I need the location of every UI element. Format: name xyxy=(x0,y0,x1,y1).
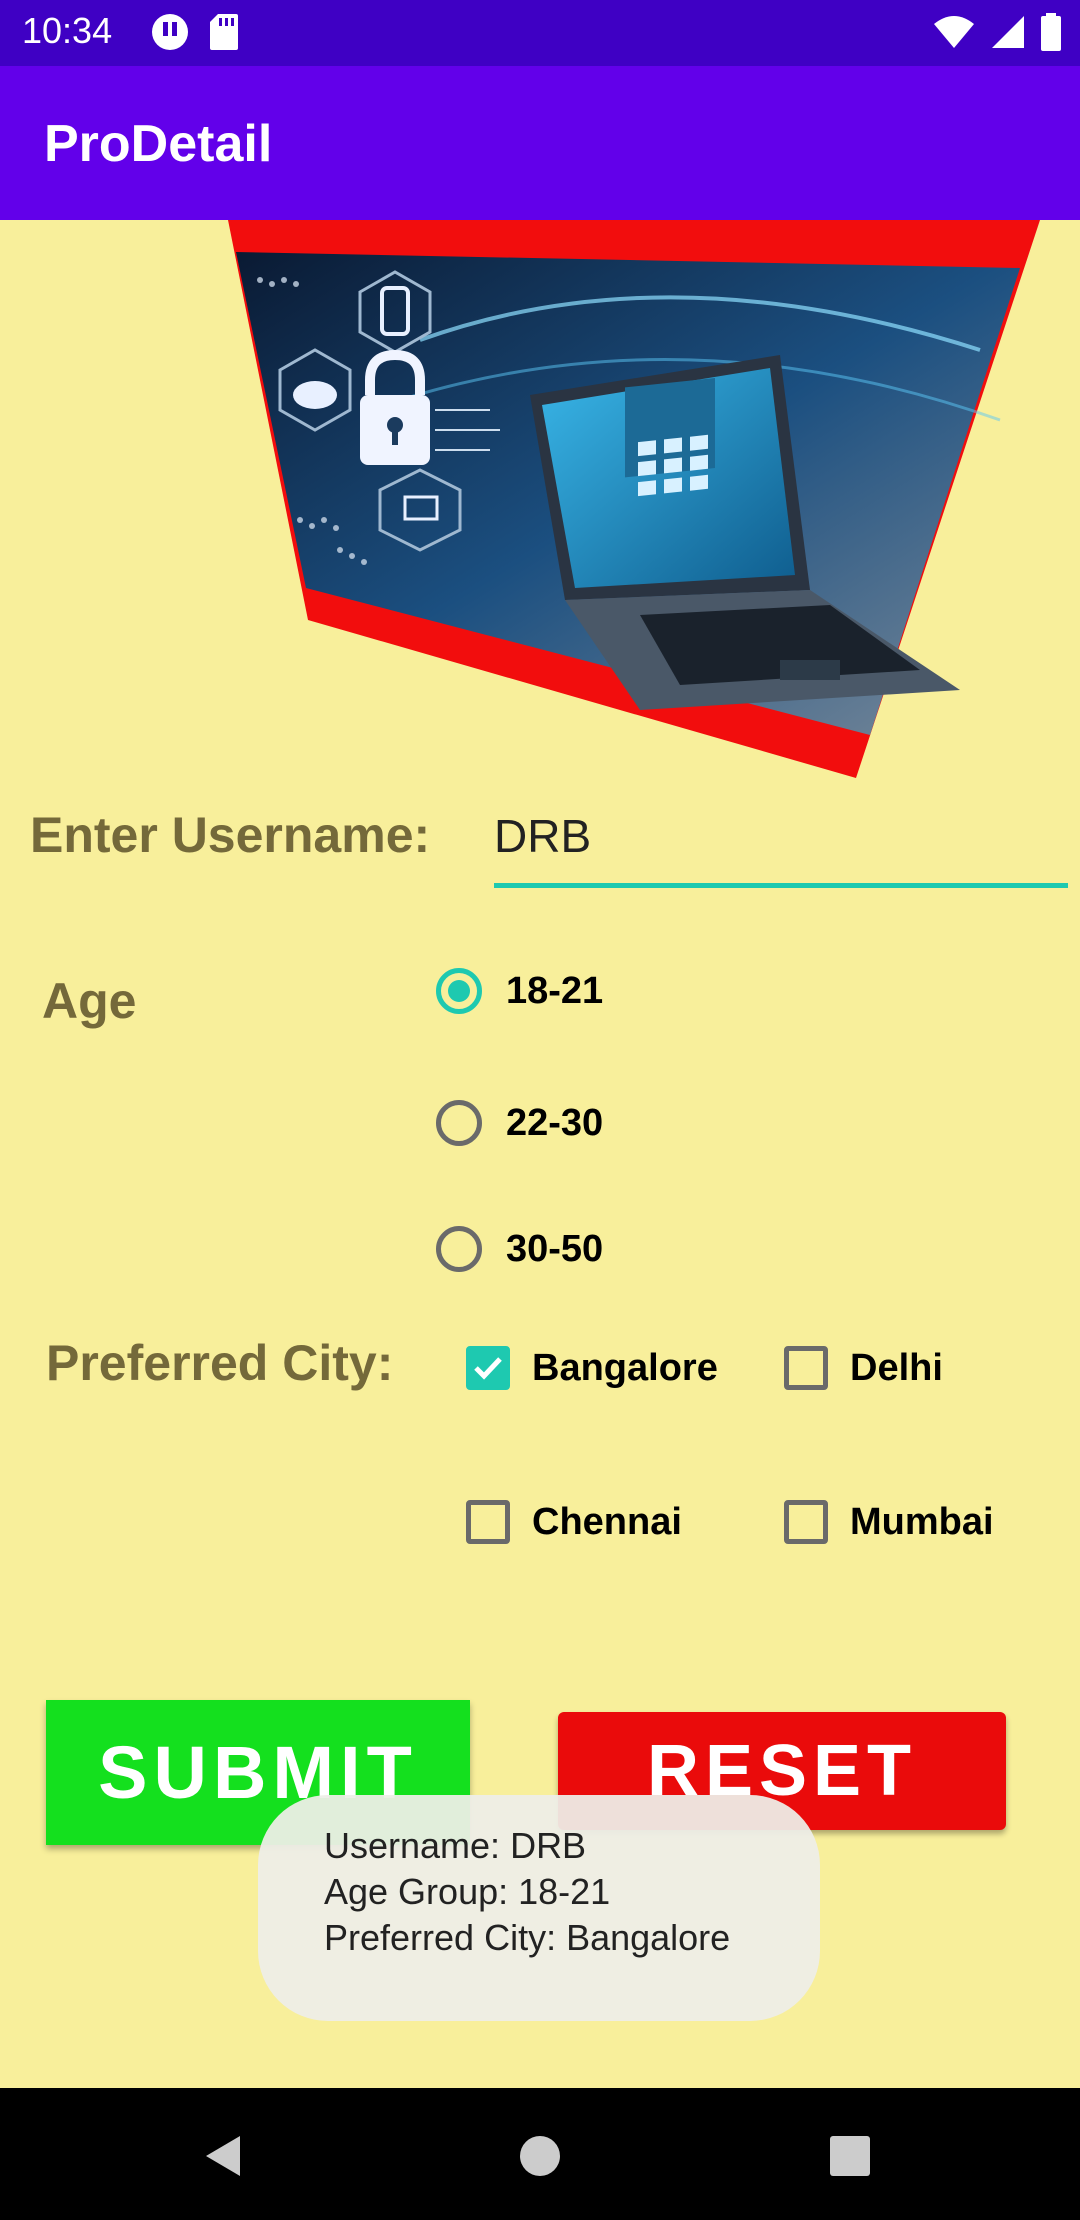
city-checkbox-bangalore[interactable]: Bangalore xyxy=(466,1346,718,1390)
hero-image xyxy=(228,220,1040,778)
city-label: Preferred City: xyxy=(46,1335,394,1391)
navigation-bar xyxy=(0,2088,1080,2220)
radio-unchecked-icon xyxy=(436,1226,482,1272)
toast-line-age: Age Group: 18-21 xyxy=(324,1871,611,1912)
city-checkbox-delhi[interactable]: Delhi xyxy=(784,1346,943,1390)
checkbox-unchecked-icon xyxy=(784,1500,828,1544)
city-checkbox-chennai[interactable]: Chennai xyxy=(466,1500,682,1544)
username-input[interactable] xyxy=(494,788,1068,888)
age-option-label: 22-30 xyxy=(506,1101,604,1144)
battery-icon xyxy=(1041,13,1061,51)
signal-icon xyxy=(992,16,1024,48)
age-radio-22-30[interactable]: 22-30 xyxy=(436,1100,603,1146)
age-option-label: 18-21 xyxy=(506,969,604,1012)
status-right-icons xyxy=(932,12,1062,52)
city-option-label: Mumbai xyxy=(850,1500,994,1543)
radio-checked-icon xyxy=(436,968,482,1014)
age-radio-18-21[interactable]: 18-21 xyxy=(436,968,603,1014)
checkbox-unchecked-icon xyxy=(466,1500,510,1544)
radio-unchecked-icon xyxy=(436,1100,482,1146)
toast-line-username: Username: DRB xyxy=(324,1825,587,1866)
notification-app-icon xyxy=(152,14,188,50)
app-title: ProDetail xyxy=(44,115,273,173)
home-icon[interactable] xyxy=(518,2134,562,2178)
age-radio-30-50[interactable]: 30-50 xyxy=(436,1226,603,1272)
checkbox-unchecked-icon xyxy=(784,1346,828,1390)
username-label: Enter Username: xyxy=(30,807,431,863)
checkbox-checked-icon xyxy=(466,1346,510,1390)
status-bar: 10:34 xyxy=(0,0,1080,66)
age-label: Age xyxy=(42,973,137,1029)
city-checkbox-mumbai[interactable]: Mumbai xyxy=(784,1500,994,1544)
app-bar: ProDetail xyxy=(0,66,1080,220)
wifi-icon xyxy=(934,16,974,48)
status-left-icons xyxy=(150,12,240,52)
age-option-label: 30-50 xyxy=(506,1227,604,1270)
toast-line-city: Preferred City: Bangalore xyxy=(324,1917,731,1958)
sd-card-icon xyxy=(210,14,238,50)
recents-icon[interactable] xyxy=(828,2134,872,2178)
back-icon[interactable] xyxy=(200,2132,248,2180)
status-time: 10:34 xyxy=(22,10,113,51)
toast-message: Username: DRB Age Group: 18-21 Preferred… xyxy=(258,1795,820,2021)
city-option-label: Chennai xyxy=(532,1500,682,1543)
city-option-label: Delhi xyxy=(850,1346,943,1389)
city-option-label: Bangalore xyxy=(532,1346,718,1389)
